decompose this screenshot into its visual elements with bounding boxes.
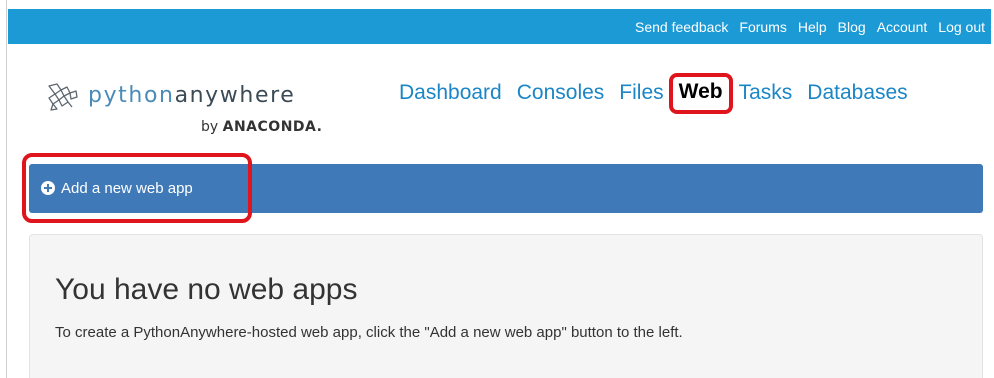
nav-databases[interactable]: Databases [807,81,907,105]
nav-consoles[interactable]: Consoles [517,81,605,105]
logo-wordmark: pythonanywhere [88,83,296,108]
nav-dashboard[interactable]: Dashboard [399,81,502,105]
web-apps-panel: You have no web apps To create a PythonA… [29,234,983,378]
no-web-apps-instructions: To create a PythonAnywhere-hosted web ap… [55,324,683,341]
nav-web[interactable]: Web [668,72,733,114]
logo-byline: by ANACONDA. [201,119,323,135]
help-link[interactable]: Help [798,19,827,35]
snake-logo-icon [48,83,78,111]
add-new-web-app-label: Add a new web app [61,179,193,197]
plus-circle-icon [41,181,55,195]
account-link[interactable]: Account [877,19,928,35]
add-new-web-app-button[interactable]: Add a new web app [22,153,252,223]
top-utility-bar: Send feedback Forums Help Blog Account L… [8,9,991,44]
forums-link[interactable]: Forums [739,19,786,35]
no-web-apps-heading: You have no web apps [55,273,358,306]
nav-tasks[interactable]: Tasks [739,81,793,105]
main-nav: Dashboard Consoles Files Web Tasks Datab… [399,72,908,114]
send-feedback-link[interactable]: Send feedback [635,19,728,35]
nav-files[interactable]: Files [619,81,663,105]
blog-link[interactable]: Blog [838,19,866,35]
page-left-border [6,0,7,378]
log-out-link[interactable]: Log out [938,19,985,35]
